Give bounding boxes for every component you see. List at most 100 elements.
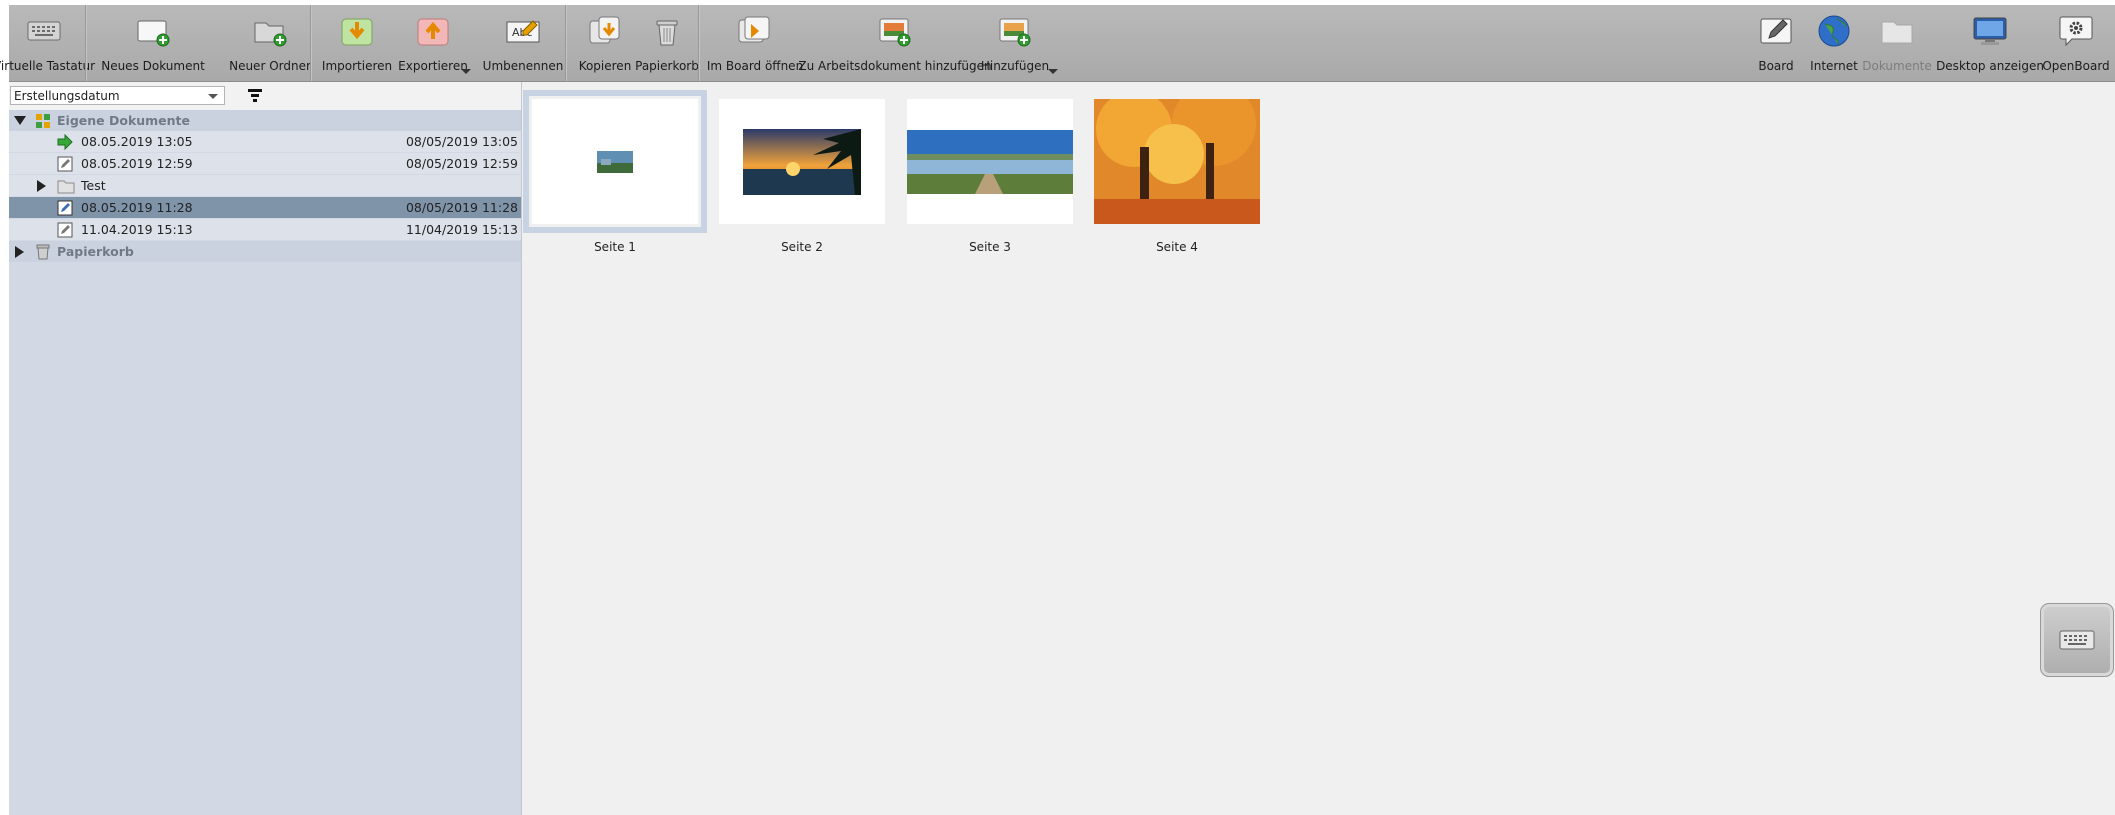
documents-mode-button[interactable]: Dokumente [1862, 5, 1932, 81]
document-icon [57, 156, 73, 172]
tree-group-my-documents[interactable]: Eigene Dokumente [9, 110, 521, 131]
document-icon [57, 222, 73, 238]
my-documents-grid-icon [35, 113, 51, 129]
import-button[interactable]: Importieren [322, 5, 392, 81]
tree-folder-test[interactable]: Test [9, 175, 521, 196]
add-label: Hinzufügen [980, 59, 1050, 73]
tree-group-trash[interactable]: Papierkorb [9, 241, 521, 262]
rename-button[interactable]: Abc Umbenennen [483, 5, 563, 81]
document-name: 08.05.2019 13:05 [81, 134, 193, 149]
current-document-arrow-icon [57, 133, 73, 151]
export-dropdown-arrow-icon[interactable] [461, 69, 471, 74]
toolbar-divider [565, 5, 567, 81]
toolbar-divider [85, 5, 87, 81]
documents-folder-icon [1877, 13, 1917, 49]
pages-view: Seite 1 Seite 2 Seite 3 Seite 4 [522, 82, 2115, 815]
list-item[interactable]: 11.04.2019 15:13 11/04/2019 15:13 [9, 219, 521, 240]
export-label: Exportieren [398, 59, 468, 73]
document-name: 08.05.2019 12:59 [81, 156, 193, 171]
page-thumbnail-1[interactable] [523, 90, 707, 233]
expand-arrow-icon[interactable] [37, 180, 46, 192]
list-item[interactable]: 08.05.2019 12:59 08/05/2019 12:59 [9, 153, 521, 174]
open-in-board-button[interactable]: Im Board öffnen [706, 5, 804, 81]
document-date: 08/05/2019 11:28 [405, 200, 518, 215]
document-date: 08/05/2019 13:05 [405, 134, 518, 149]
page-label: Seite 3 [969, 240, 1011, 254]
sunset-beach-image [743, 128, 861, 195]
rename-icon: Abc [503, 13, 543, 49]
import-icon [337, 13, 377, 49]
sort-order-select[interactable]: Erstellungsdatum [10, 86, 225, 105]
openboard-menu-label: OpenBoard [2042, 59, 2110, 73]
new-folder-icon [250, 13, 290, 49]
document-date: 08/05/2019 12:59 [405, 156, 518, 171]
new-folder-button[interactable]: Neuer Ordner [227, 5, 313, 81]
my-documents-label: Eigene Dokumente [57, 113, 191, 128]
document-name: 08.05.2019 11:28 [81, 200, 193, 215]
main-toolbar: Virtuelle Tastatur Neues Dokument Neuer … [0, 5, 2115, 82]
new-folder-label: Neuer Ordner [229, 59, 311, 73]
rename-label: Umbenennen [482, 59, 564, 73]
desktop-monitor-icon [1970, 13, 2010, 49]
expand-arrow-icon[interactable] [15, 246, 24, 258]
keyboard-icon [2059, 630, 2095, 650]
page-thumbnail-3[interactable] [907, 99, 1073, 224]
openboard-documents-window: Virtuelle Tastatur Neues Dokument Neuer … [0, 5, 2115, 815]
documents-mode-label: Dokumente [1862, 59, 1932, 73]
trash-icon [35, 244, 51, 260]
list-item-selected[interactable]: 08.05.2019 11:28 08/05/2019 11:28 [9, 197, 521, 218]
copy-button[interactable]: Kopieren [577, 5, 633, 81]
export-button[interactable]: Exportieren [398, 5, 468, 81]
add-to-working-document-icon [875, 13, 915, 49]
list-item[interactable]: 08.05.2019 13:05 08/05/2019 13:05 [9, 131, 521, 152]
sort-order-value: Erstellungsdatum [14, 89, 120, 103]
folder-icon [57, 178, 75, 194]
sort-bar: Erstellungsdatum [9, 82, 521, 110]
toolbar-divider [698, 5, 700, 81]
document-date: 11/04/2019 15:13 [405, 222, 518, 237]
virtual-keyboard-label: Virtuelle Tastatur [0, 59, 96, 73]
chevron-down-icon [208, 94, 218, 99]
trash-label: Papierkorb [635, 59, 699, 73]
page-label: Seite 2 [781, 240, 823, 254]
expand-arrow-icon[interactable] [14, 116, 26, 125]
virtual-keyboard-button[interactable]: Virtuelle Tastatur [0, 5, 95, 81]
internet-mode-button[interactable]: Internet [1809, 5, 1859, 81]
add-to-working-document-button[interactable]: Zu Arbeitsdokument hinzufügen [798, 5, 992, 81]
open-in-board-icon [735, 13, 775, 49]
document-icon [57, 200, 73, 216]
export-icon [413, 13, 453, 49]
copy-label: Kopieren [578, 59, 632, 73]
add-dropdown-arrow-icon[interactable] [1048, 69, 1058, 74]
trash-icon [647, 13, 687, 49]
copy-icon [585, 13, 625, 49]
board-mode-label: Board [1758, 59, 1794, 73]
documents-sidebar: Erstellungsdatum Eigene Dokumente 08.05.… [9, 82, 522, 815]
new-document-button[interactable]: Neues Dokument [101, 5, 205, 81]
internet-mode-label: Internet [1810, 59, 1858, 73]
openboard-menu-button[interactable]: OpenBoard [2042, 5, 2110, 81]
globe-icon [1814, 13, 1854, 49]
show-desktop-button[interactable]: Desktop anzeigen [1936, 5, 2044, 81]
page-thumbnail-2[interactable] [719, 99, 885, 224]
board-pen-icon [1756, 13, 1796, 49]
page-label: Seite 1 [594, 240, 636, 254]
open-in-board-label: Im Board öffnen [706, 59, 804, 73]
board-mode-button[interactable]: Board [1754, 5, 1798, 81]
add-to-working-document-label: Zu Arbeitsdokument hinzufügen [798, 59, 992, 73]
landscape-image-thumbnail [597, 150, 633, 173]
trash-button[interactable]: Papierkorb [635, 5, 699, 81]
trash-folder-label: Papierkorb [57, 244, 134, 259]
folder-name: Test [81, 178, 106, 193]
add-button[interactable]: Hinzufügen [980, 5, 1050, 81]
lake-panorama-image [907, 129, 1073, 194]
page-label: Seite 4 [1156, 240, 1198, 254]
floating-keyboard-button[interactable] [2040, 603, 2114, 677]
sort-direction-button[interactable] [245, 86, 265, 106]
document-name: 11.04.2019 15:13 [81, 222, 193, 237]
page-thumbnail-4[interactable] [1094, 99, 1260, 224]
show-desktop-label: Desktop anzeigen [1936, 59, 2044, 73]
autumn-park-image [1094, 99, 1260, 224]
openboard-gear-icon [2056, 13, 2096, 49]
new-document-icon [133, 13, 173, 49]
